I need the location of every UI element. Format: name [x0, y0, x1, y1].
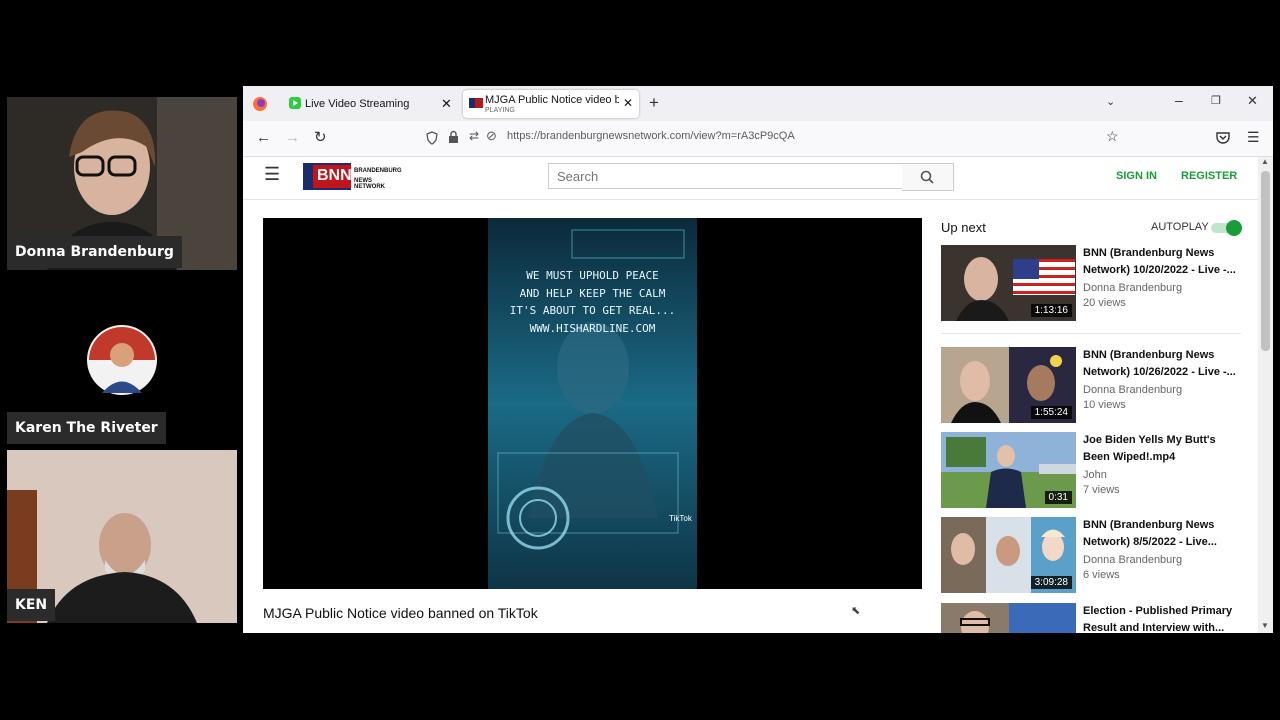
video-duration: 0:31 [1044, 491, 1072, 504]
site-favicon-icon [469, 98, 483, 108]
video-author: Donna Brandenburg [1083, 384, 1183, 396]
header-divider [243, 199, 1258, 200]
video-thumbnail[interactable]: 3:09:28 [941, 517, 1076, 593]
tab-mjga-video[interactable]: MJGA Public Notice video banned PLAYING … [463, 90, 639, 118]
overlay-line: IT'S ABOUT TO GET REAL... [509, 304, 676, 317]
tab-playing-label: PLAYING [485, 107, 515, 114]
register-link[interactable]: REGISTER [1181, 170, 1237, 182]
up-next-item[interactable]: 3:09:28 BNN (Brandenburg News Network) 8… [941, 517, 1241, 597]
video-title[interactable]: BNN (Brandenburg News Network) 8/5/2022 … [1083, 517, 1243, 551]
web-page: ☰ BNN BRANDENBURG NEWS NETWORK SIGN IN R… [243, 157, 1258, 633]
video-duration: 1:13:16 [1030, 304, 1072, 317]
navigation-bar: ← → ↻ ⇄ ⊘ https://brandenburgnewsnetwork… [243, 121, 1273, 157]
permissions-icon[interactable]: ⇄ [469, 129, 479, 143]
play-icon [289, 97, 301, 109]
mouse-cursor-icon: ⬉ [851, 605, 861, 617]
tab-live-video-streaming[interactable]: Live Video Streaming ✕ [281, 90, 457, 118]
url-bar[interactable]: https://brandenburgnewsnetwork.com/view?… [507, 130, 795, 142]
video-title[interactable]: BNN (Brandenburg News Network) 10/20/202… [1083, 245, 1243, 279]
autoplay-toggle[interactable] [1211, 220, 1242, 236]
video-overlay-text: WE MUST UPHOLD PEACE AND HELP KEEP THE C… [488, 267, 697, 337]
participant-name-donna: Donna Brandenburg [7, 236, 182, 268]
reload-icon[interactable]: ↻ [314, 128, 327, 146]
logo-letters: BNN [317, 167, 352, 184]
page-scrollbar[interactable]: ▲ ▼ [1258, 157, 1273, 633]
video-title[interactable]: BNN (Brandenburg News Network) 10/26/202… [1083, 347, 1243, 381]
up-next-item[interactable]: 1:55:24 BNN (Brandenburg News Network) 1… [941, 347, 1241, 427]
minimize-icon[interactable]: – [1175, 92, 1183, 108]
autoplay-blocked-icon[interactable]: ⊘ [486, 128, 497, 144]
new-tab-icon[interactable]: + [649, 93, 659, 113]
search-input[interactable] [548, 163, 912, 189]
video-player[interactable]: WE MUST UPHOLD PEACE AND HELP KEEP THE C… [263, 218, 922, 589]
site-logo[interactable]: BNN BRANDENBURG NEWS NETWORK [303, 163, 403, 190]
video-author: John [1083, 469, 1107, 481]
up-next-item[interactable]: 0:31 Joe Biden Yells My Butt's Been Wipe… [941, 432, 1241, 512]
close-window-icon[interactable]: ✕ [1247, 93, 1258, 109]
video-views: 10 views [1083, 399, 1126, 411]
list-tabs-icon[interactable]: ⌄ [1106, 95, 1115, 108]
overlay-line: AND HELP KEEP THE CALM [519, 286, 666, 300]
lock-icon[interactable] [448, 130, 459, 144]
pocket-icon[interactable] [1216, 131, 1230, 144]
browser-window: Live Video Streaming ✕ MJGA Public Notic… [243, 86, 1273, 633]
close-tab-icon[interactable]: ✕ [441, 96, 452, 112]
tab-bar: Live Video Streaming ✕ MJGA Public Notic… [243, 86, 1273, 121]
overlay-line: WWW.HISHARDLINE.COM [529, 321, 656, 335]
scrollbar-thumb[interactable] [1261, 171, 1270, 351]
participant-name-karen: Karen The Riveter [7, 412, 166, 444]
video-title[interactable]: Joe Biden Yells My Butt's Been Wiped!.mp… [1083, 432, 1243, 466]
hamburger-menu-icon[interactable]: ☰ [264, 164, 280, 185]
search-icon [920, 170, 934, 184]
video-views: 7 views [1083, 484, 1120, 496]
close-tab-icon[interactable]: ✕ [623, 96, 633, 110]
menu-icon[interactable]: ☰ [1247, 129, 1260, 146]
autoplay-label: AUTOPLAY [1151, 221, 1209, 233]
video-duration: 3:09:28 [1030, 576, 1072, 589]
overlay-line: WE MUST UPHOLD PEACE [526, 269, 659, 282]
sign-in-link[interactable]: SIGN IN [1116, 170, 1157, 182]
forward-icon[interactable]: → [285, 129, 300, 146]
back-icon[interactable]: ← [256, 129, 271, 146]
video-author: Donna Brandenburg [1083, 554, 1183, 566]
shield-icon[interactable] [426, 131, 438, 145]
video-thumbnail[interactable]: 0:31 [941, 432, 1076, 508]
search-button[interactable] [902, 163, 954, 191]
video-thumbnail[interactable]: 1:13:16 [941, 245, 1076, 321]
video-views: 6 views [1083, 569, 1120, 581]
video-thumbnail[interactable]: 1:55:24 [941, 347, 1076, 423]
up-next-item[interactable]: Election - Published Primary Result and … [941, 603, 1241, 633]
firefox-icon[interactable] [253, 97, 267, 111]
video-title[interactable]: Election - Published Primary Result and … [1083, 603, 1243, 633]
video-title: MJGA Public Notice video banned on TikTo… [263, 605, 538, 621]
restore-icon[interactable]: ❐ [1211, 94, 1221, 107]
video-views: 20 views [1083, 297, 1126, 309]
video-thumbnail[interactable] [941, 603, 1076, 633]
tab-label: MJGA Public Notice video banned [485, 94, 619, 106]
divider [941, 333, 1241, 334]
tiktok-watermark: TikTok [669, 514, 692, 523]
video-duration: 1:55:24 [1030, 406, 1072, 419]
scroll-down-icon[interactable]: ▼ [1261, 621, 1269, 630]
bookmark-star-icon[interactable]: ☆ [1106, 128, 1119, 145]
tab-label: Live Video Streaming [305, 98, 410, 110]
up-next-item[interactable]: 1:13:16 BNN (Brandenburg News Network) 1… [941, 245, 1241, 329]
video-author: Donna Brandenburg [1083, 282, 1183, 294]
participant-name-ken: KEN [7, 589, 56, 621]
logo-line1: BRANDENBURG [354, 168, 402, 174]
logo-line2: NEWS NETWORK [354, 178, 385, 190]
scroll-up-icon[interactable]: ▲ [1261, 157, 1269, 166]
up-next-label: Up next [941, 220, 986, 235]
